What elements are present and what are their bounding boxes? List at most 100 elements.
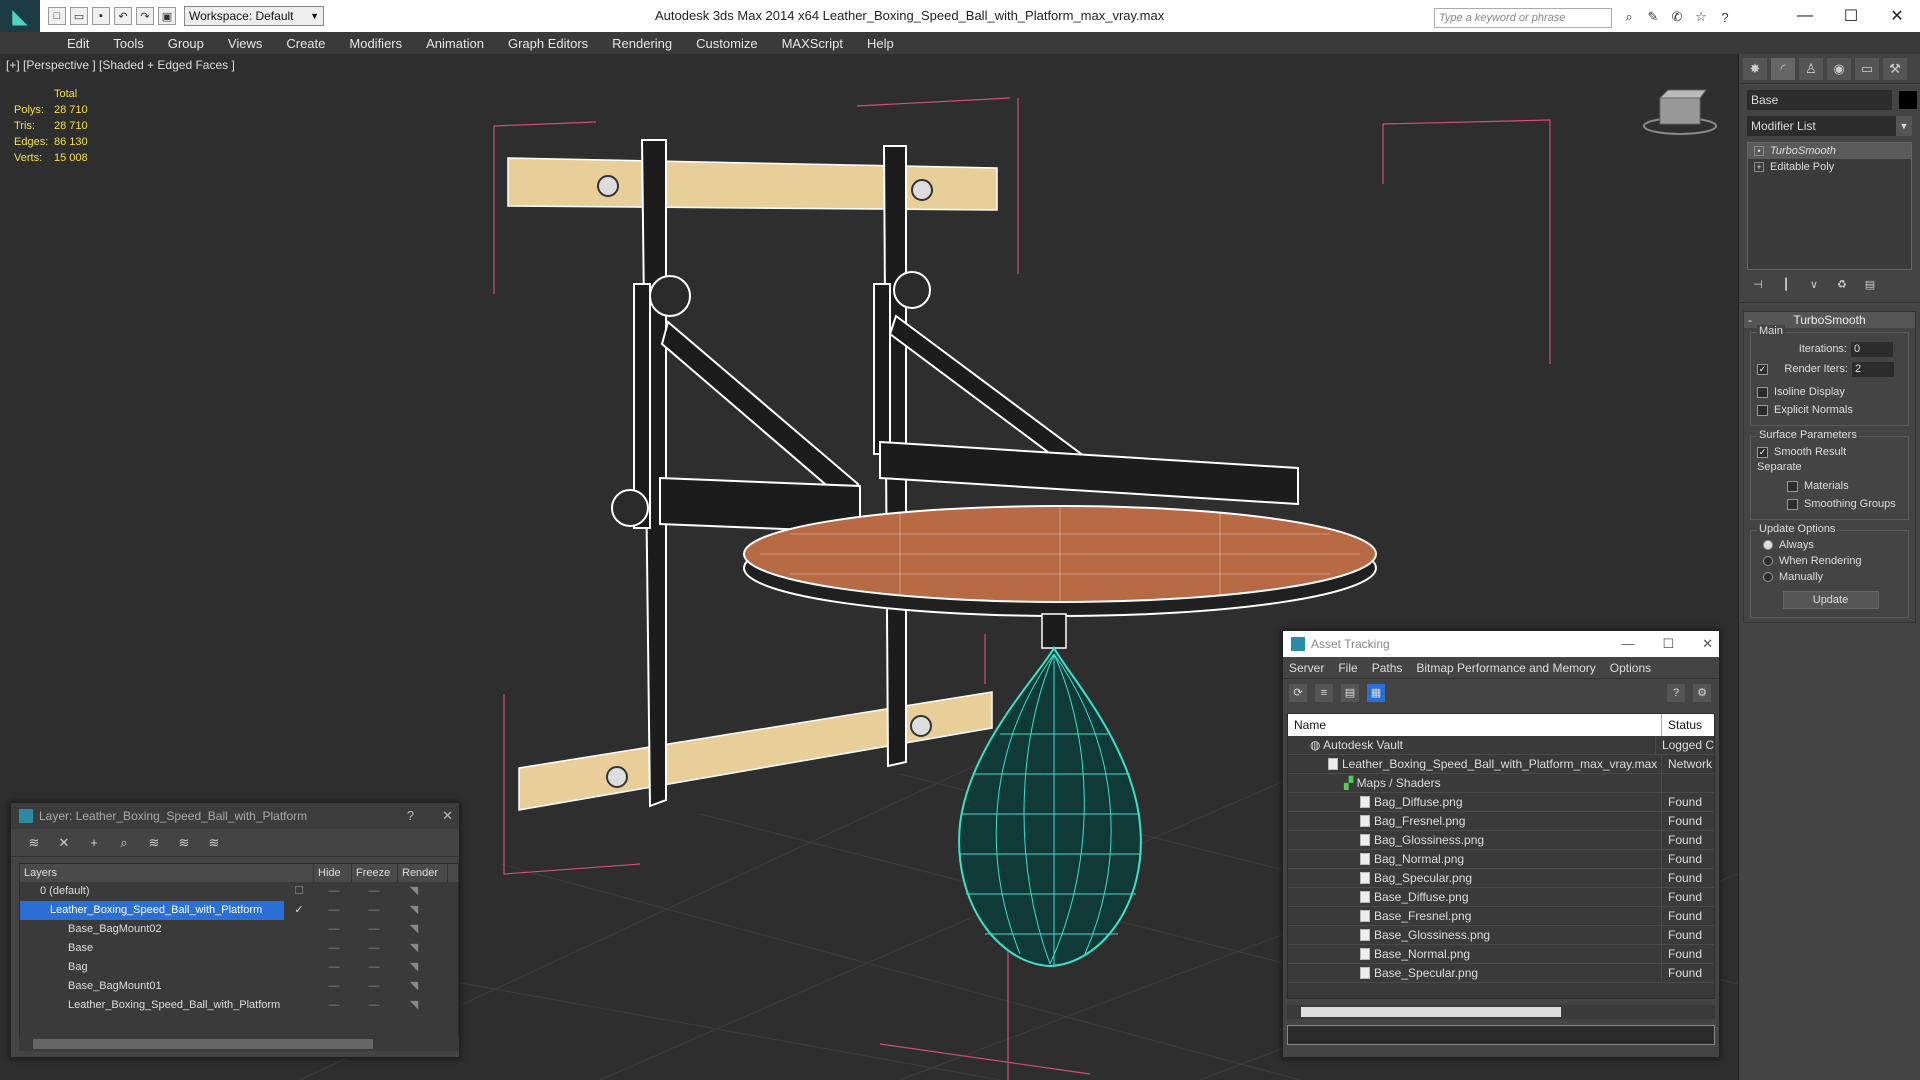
maximize-icon[interactable]: ☐ [1662,636,1674,652]
hierarchy-tab-icon[interactable]: ♙ [1799,58,1823,80]
new-file-icon[interactable]: □ [48,7,66,25]
menu-customize[interactable]: Customize [684,36,769,51]
open-file-icon[interactable]: ▭ [70,7,88,25]
object-name-field[interactable]: Base [1747,90,1892,110]
make-unique-icon[interactable]: ∨ [1805,278,1823,294]
asset-row[interactable]: Bag_Glossiness.png Found [1288,831,1714,850]
col-render[interactable]: Render [398,864,448,882]
search-input[interactable]: Type a keyword or phrase [1434,8,1612,28]
asset-menu-bitmap[interactable]: Bitmap Performance and Memory [1416,661,1595,675]
configure-sets-icon[interactable]: ▤ [1861,278,1879,294]
select-objects-icon[interactable]: ⌕ [115,835,133,851]
col-layers[interactable]: Layers [20,864,314,882]
refresh-icon[interactable]: ⟳ [1289,684,1307,702]
communication-icon[interactable]: ✆ [1668,8,1686,26]
col-freeze[interactable]: Freeze [352,864,398,882]
col-status[interactable]: Status [1662,714,1702,736]
help-icon[interactable]: ? [1667,684,1685,702]
settings-icon[interactable]: ⚙ [1693,684,1711,702]
manually-radio[interactable] [1763,572,1773,582]
layer-row[interactable]: Base — — ◥ [20,939,458,958]
lightbulb-icon[interactable]: • [1754,146,1764,156]
col-hide[interactable]: Hide [314,864,352,882]
menu-help[interactable]: Help [855,36,906,51]
update-button[interactable]: Update [1782,591,1879,609]
binoculars-icon[interactable]: ⌕ [1620,8,1638,26]
minimize-icon[interactable]: — [1621,636,1634,652]
menu-views[interactable]: Views [216,36,274,51]
minimize-icon[interactable]: — [1782,0,1828,32]
stack-item-turbosmooth[interactable]: • TurboSmooth [1748,143,1911,159]
delete-layer-icon[interactable]: ✕ [55,835,73,851]
layer-row[interactable]: 0 (default) ☐ — — ◥ [20,882,458,901]
motion-tab-icon[interactable]: ◉ [1827,58,1851,80]
asset-row[interactable]: Bag_Fresnel.png Found [1288,812,1714,831]
asset-menu-options[interactable]: Options [1610,661,1651,675]
menu-create[interactable]: Create [274,36,337,51]
pin-stack-icon[interactable]: ⊣ [1749,278,1767,294]
menu-edit[interactable]: Edit [55,36,101,51]
menu-tools[interactable]: Tools [101,36,155,51]
show-end-result-icon[interactable]: ┃ [1777,278,1795,294]
asset-row[interactable]: Base_Diffuse.png Found [1288,888,1714,907]
asset-row[interactable]: Bag_Specular.png Found [1288,869,1714,888]
col-name[interactable]: Name [1288,714,1662,736]
asset-row[interactable]: Base_Specular.png Found [1288,964,1714,983]
list-view-icon[interactable]: ≡ [1315,684,1333,702]
iterations-spinner[interactable]: 0 [1851,341,1893,357]
layer-dialog-titlebar[interactable]: Layer: Leather_Boxing_Speed_Ball_with_Pl… [11,803,459,829]
save-icon[interactable]: ▪ [92,7,110,25]
asset-row[interactable]: ◍ Autodesk Vault Logged C [1288,736,1714,755]
viewport-label[interactable]: [+] [Perspective ] [Shaded + Edged Faces… [6,58,235,72]
modify-tab-icon[interactable]: ◜ [1771,58,1795,80]
asset-dialog-titlebar[interactable]: Asset Tracking — ☐ ✕ [1283,631,1719,657]
close-icon[interactable]: ✕ [1702,636,1713,652]
render-iters-spinner[interactable]: 2 [1852,361,1894,377]
menu-animation[interactable]: Animation [414,36,496,51]
menu-group[interactable]: Group [156,36,216,51]
remove-modifier-icon[interactable]: ♻ [1833,278,1851,294]
object-color-swatch[interactable] [1899,91,1918,109]
star-icon[interactable]: ☆ [1692,8,1710,26]
app-logo-icon[interactable]: ◣ [0,0,40,32]
smooth-result-checkbox[interactable]: ✓ [1757,446,1768,458]
menu-maxscript[interactable]: MAXScript [770,36,855,51]
layer-row[interactable]: Leather_Boxing_Speed_Ball_with_Platform ✓… [20,901,458,920]
select-layer-icon[interactable]: ≋ [145,835,163,851]
always-radio[interactable] [1763,540,1773,550]
isoline-checkbox[interactable] [1757,386,1768,398]
asset-menu-paths[interactable]: Paths [1372,661,1403,675]
viewcube-icon[interactable] [1643,89,1717,135]
asset-row[interactable]: Bag_Normal.png Found [1288,850,1714,869]
asset-row[interactable]: Bag_Diffuse.png Found [1288,793,1714,812]
display-tab-icon[interactable]: ▭ [1855,58,1879,80]
asset-row[interactable]: ▞ Maps / Shaders [1288,774,1714,793]
expand-icon[interactable]: + [1754,162,1764,172]
set-current-layer-icon[interactable]: ≋ [175,835,193,851]
maximize-icon[interactable]: ☐ [1828,0,1874,32]
asset-row[interactable]: Leather_Boxing_Speed_Ball_with_Platform_… [1288,755,1714,774]
asset-hscrollbar[interactable] [1287,1005,1715,1019]
workspace-dropdown[interactable]: Workspace: Default ▼ [184,6,324,26]
help-icon[interactable]: ? [1716,8,1734,26]
asset-menu-server[interactable]: Server [1289,661,1324,675]
render-iters-checkbox[interactable]: ✓ [1757,363,1768,375]
utilities-tab-icon[interactable]: ⚒ [1883,58,1907,80]
asset-menu-file[interactable]: File [1338,661,1357,675]
layer-row[interactable]: Base_BagMount02— — ◥ [20,920,458,939]
redo-icon[interactable]: ↷ [136,7,154,25]
when-rendering-radio[interactable] [1763,556,1773,566]
smoothing-groups-checkbox[interactable] [1787,498,1798,510]
hold-icon[interactable]: ▣ [158,7,176,25]
create-layer-icon[interactable]: ≋ [25,835,43,851]
layer-row[interactable]: Base_BagMount01— — ◥ [20,977,458,996]
materials-checkbox[interactable] [1787,480,1798,492]
close-icon[interactable]: ✕ [1874,0,1920,32]
tree-view-icon[interactable]: ▤ [1341,684,1359,702]
modifier-list-dropdown[interactable]: Modifier List ▼ [1747,116,1912,136]
asset-row[interactable]: Base_Glossiness.png Found [1288,926,1714,945]
layer-scrollbar[interactable] [19,1037,459,1051]
subscription-icon[interactable]: ✎ [1644,8,1662,26]
scroll-thumb[interactable] [33,1039,373,1049]
menu-modifiers[interactable]: Modifiers [337,36,414,51]
